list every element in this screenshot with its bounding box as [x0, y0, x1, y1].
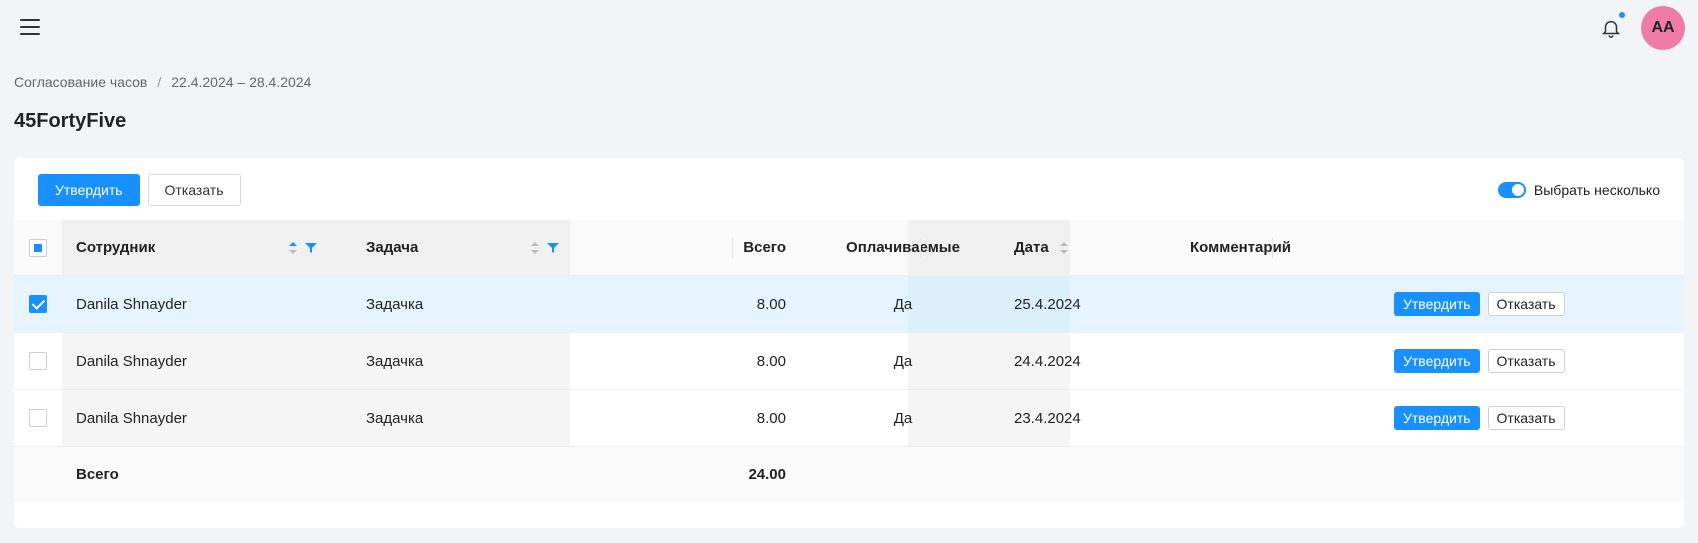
cell-task: Задачка [366, 352, 424, 370]
cell-comment [1190, 276, 1390, 332]
page-title: 45FortyFive [14, 110, 127, 132]
footer-label: Всего [76, 466, 119, 483]
cell-task: Задачка [366, 295, 424, 313]
cell-billable: Да [893, 352, 913, 370]
column-comment: Комментарий [1190, 239, 1292, 256]
breadcrumb: Согласование часов / 22.4.2024 – 28.4.20… [14, 74, 311, 90]
sort-icon[interactable] [288, 241, 298, 255]
table-header: Сотрудник Задача Всего Оплачиваемые Дата… [14, 220, 1684, 276]
timesheet-table: Сотрудник Задача Всего Оплачиваемые Дата… [14, 220, 1684, 502]
column-date[interactable]: Дата [1014, 220, 1164, 275]
cell-employee: Danila Shnayder [76, 409, 187, 427]
sort-icon[interactable] [530, 241, 540, 255]
cell-employee: Danila Shnayder [76, 352, 187, 370]
row-checkbox[interactable] [29, 352, 47, 370]
filter-icon[interactable] [305, 242, 317, 254]
breadcrumb-section[interactable]: Согласование часов [14, 74, 147, 90]
select-all-checkbox[interactable] [29, 238, 47, 257]
cell-billable: Да [893, 409, 913, 427]
filter-icon[interactable] [547, 242, 559, 254]
table-row[interactable]: Danila Shnayder Задачка 8.00 Да 24.4.202… [14, 333, 1684, 390]
cell-total: 8.00 [756, 409, 786, 427]
menu-icon[interactable] [20, 19, 40, 35]
reject-all-button[interactable]: Отказать [147, 174, 241, 206]
bell-icon[interactable] [1600, 16, 1622, 40]
row-approve-button[interactable]: Утвердить [1394, 406, 1480, 430]
table-footer: Всего 24.00 [14, 447, 1684, 502]
row-reject-button[interactable]: Отказать [1487, 406, 1565, 430]
cell-comment [1190, 390, 1390, 446]
cell-date: 25.4.2024 [1014, 295, 1081, 313]
cell-date: 23.4.2024 [1014, 409, 1081, 427]
multi-select-toggle: Выбрать несколько [1497, 182, 1660, 198]
approve-all-button[interactable]: Утвердить [38, 174, 140, 206]
footer-total: 24.00 [748, 466, 786, 483]
column-task[interactable]: Задача [366, 220, 606, 275]
sort-icon[interactable] [1059, 241, 1069, 255]
row-checkbox[interactable] [29, 295, 47, 313]
bulk-toolbar: Утвердить Отказать [38, 174, 241, 206]
column-billable: Оплачиваемые [846, 239, 960, 256]
multi-select-label: Выбрать несколько [1533, 182, 1660, 198]
multi-select-switch[interactable] [1497, 182, 1526, 198]
timesheet-card: Утвердить Отказать Выбрать несколько Сот… [14, 158, 1684, 528]
breadcrumb-range: 22.4.2024 – 28.4.2024 [171, 74, 312, 90]
top-bar: AA [0, 0, 1698, 56]
notification-dot [1619, 12, 1625, 18]
cell-billable: Да [893, 295, 913, 313]
table-row[interactable]: Danila Shnayder Задачка 8.00 Да 25.4.202… [14, 276, 1684, 333]
cell-comment [1190, 333, 1390, 389]
breadcrumb-separator: / [157, 74, 162, 90]
cell-total: 8.00 [756, 295, 786, 313]
row-reject-button[interactable]: Отказать [1487, 349, 1565, 373]
column-total: Всего [743, 239, 786, 256]
cell-date: 24.4.2024 [1014, 352, 1081, 370]
row-reject-button[interactable]: Отказать [1487, 292, 1565, 316]
cell-task: Задачка [366, 409, 424, 427]
table-row[interactable]: Danila Shnayder Задачка 8.00 Да 23.4.202… [14, 390, 1684, 447]
cell-employee: Danila Shnayder [76, 295, 187, 313]
row-approve-button[interactable]: Утвердить [1394, 349, 1480, 373]
avatar[interactable]: AA [1641, 6, 1685, 50]
row-checkbox[interactable] [29, 409, 47, 427]
cell-total: 8.00 [756, 352, 786, 370]
row-approve-button[interactable]: Утвердить [1394, 292, 1480, 316]
